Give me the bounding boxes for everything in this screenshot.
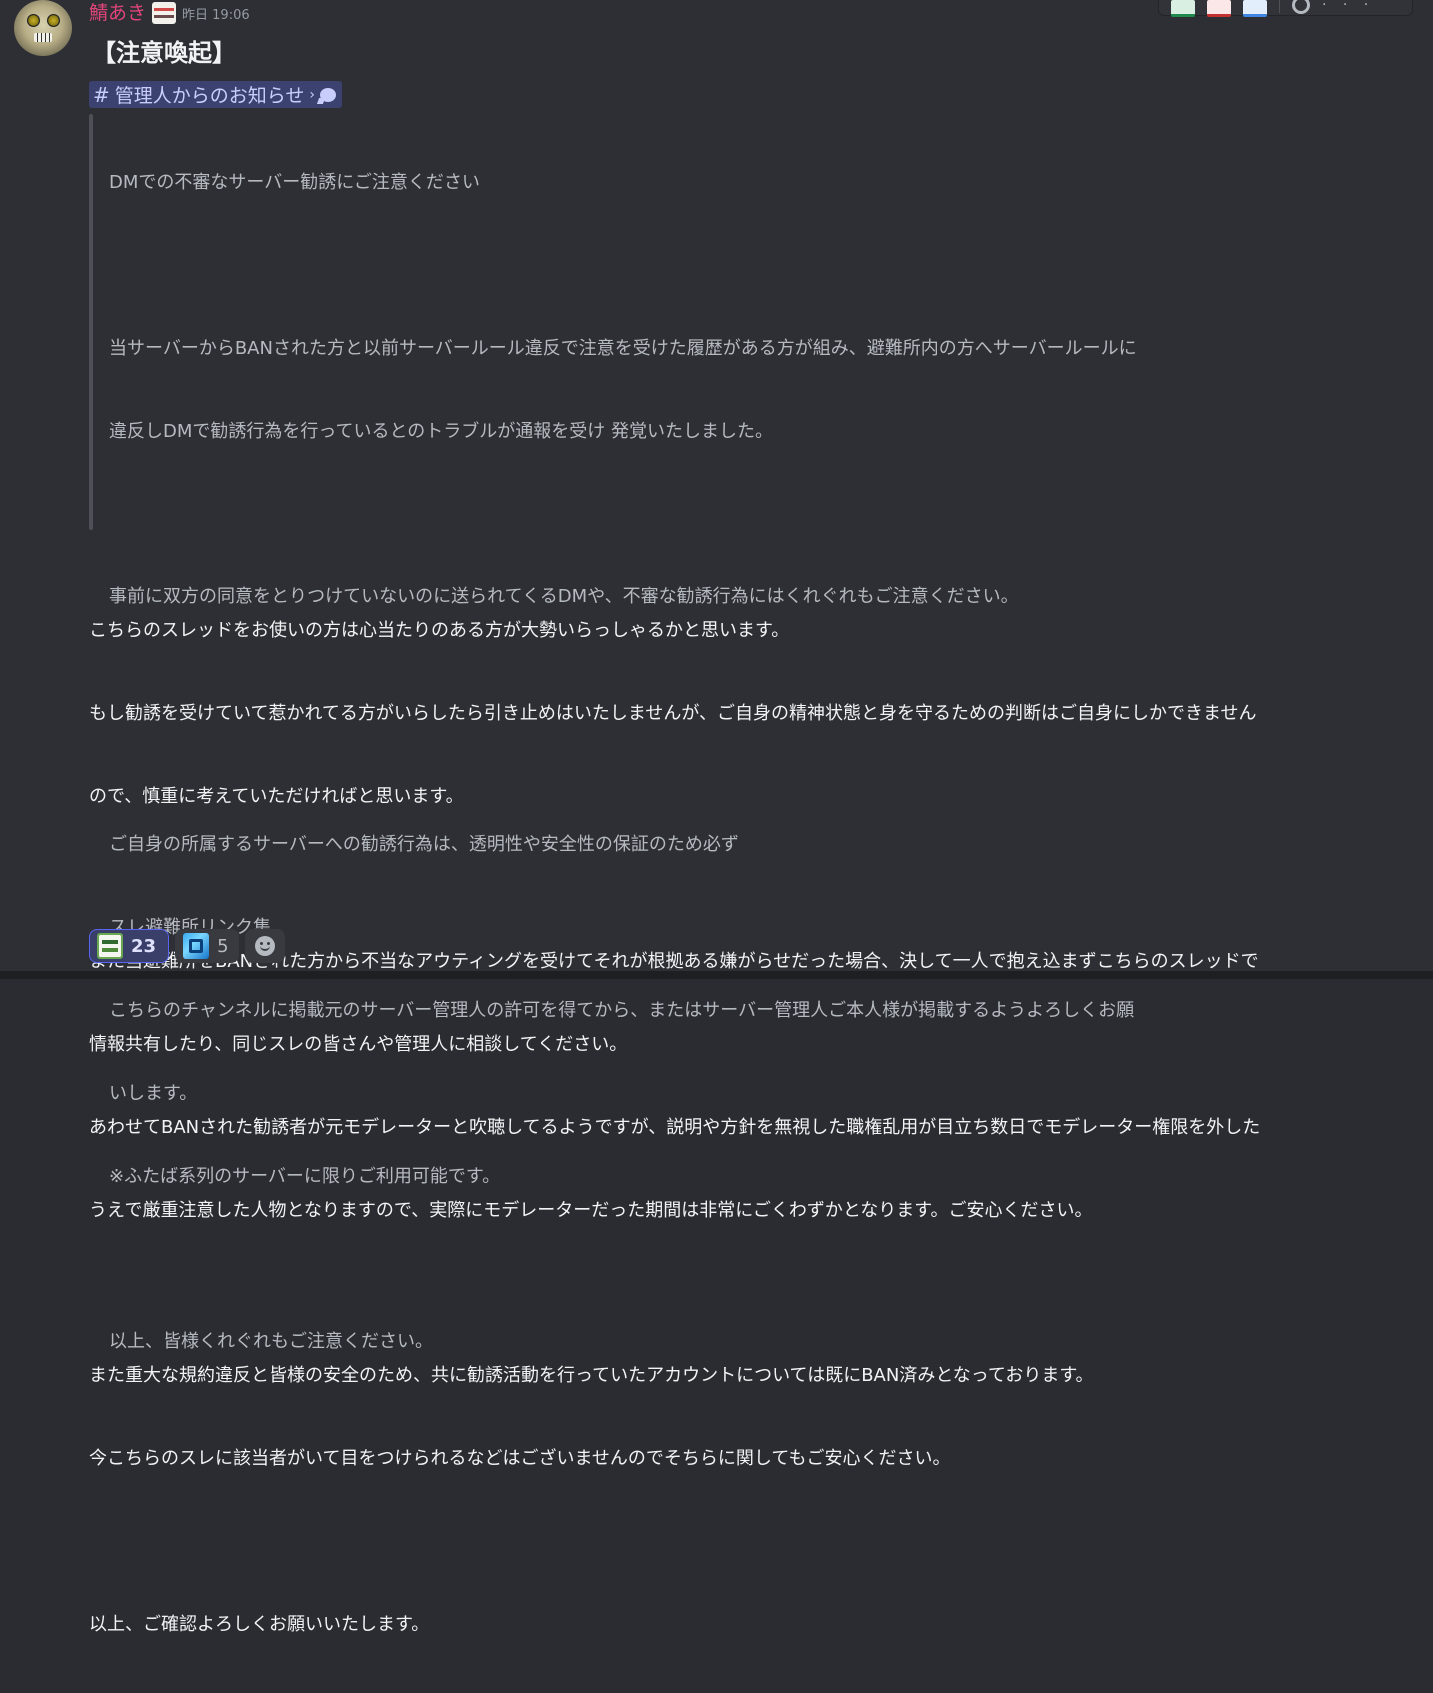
quote-line: 違反しDMで勧誘行為を行っているとのトラブルが通報を受け 発覚いたしました。 [109,420,774,442]
channel-mention-name: 管理人からのお知らせ [114,85,305,107]
quote-line [109,252,1379,280]
message-header: 鯖あき 昨日 19:06 [89,0,250,26]
username[interactable]: 鯖あき [89,1,146,25]
body-line: 今こちらのスレに該当者がいて目をつけられるなどはございませんのでそちらに関しても… [89,1448,951,1469]
channel-mention[interactable]: # 管理人からのお知らせ › [89,81,342,108]
chat-bubble-icon [320,87,336,102]
body-line [89,1279,1419,1307]
body-line: 情報共有したり、同じスレの皆さんや管理人に相談してください。 [89,1034,628,1056]
custom-emoji-green-icon [97,933,123,959]
quote-line: DMでの不審なサーバー勧誘にご注意ください [109,172,480,194]
body-line [89,1528,1419,1556]
reactions-row: 23 5 [89,929,285,963]
avatar-eye-left [27,14,40,27]
message-actions-bar: · · · [1158,0,1413,17]
actions-divider [1279,0,1280,13]
body-line: うえで厳重注意した人物となりますので、実際にモデレーターだった期間は非常にごくわ… [89,1199,1093,1221]
body-line: こちらのスレッドをお使いの方は心当たりのある方が大勢いらっしゃるかと思います。 [89,620,790,642]
avatar-mouth [34,33,52,42]
quote-line [109,500,1379,528]
quick-reaction-blue-icon[interactable] [1243,0,1267,17]
avatar-eye-right [47,14,60,27]
blockquote-bar [89,114,93,530]
quick-reaction-red-icon[interactable] [1207,0,1231,17]
quick-reaction-green-icon[interactable] [1171,0,1195,17]
smiley-icon [254,936,275,956]
body-line [89,866,1419,894]
add-reaction-button[interactable] [244,929,285,963]
user-avatar[interactable] [14,0,72,56]
reaction-button[interactable]: 5 [175,929,239,963]
body-line: あわせてBANされた勧誘者が元モデレーターと吹聴してるようですが、説明や方針を無… [89,1116,1261,1138]
body-line: 以上、ご確認よろしくお願いいたします。 [89,1613,430,1635]
bottom-divider [0,971,1433,979]
reaction-button[interactable]: 23 [89,929,170,963]
blockquote: DMでの不審なサーバー勧誘にご注意ください 当サーバーからBANされた方と以前サ… [89,114,1389,1352]
role-icon[interactable] [152,2,177,24]
message: 鯖あき 昨日 19:06 · · · 【注意喚起】 # 管理人からのお知らせ ›… [0,0,1433,1635]
ellipsis-icon[interactable]: · · · [1322,0,1374,13]
reaction-count: 23 [131,935,157,957]
quote-line: 当サーバーからBANされた方と以前サーバールール違反で注意を受けた履歴がある方が… [109,337,1137,359]
body-line: また重大な規約違反と皆様の安全のため、共に勧誘活動を行っていたアカウントについて… [89,1365,1094,1387]
reaction-count: 5 [217,935,229,957]
custom-emoji-blue-icon [183,933,210,959]
chevron-right-icon: › [309,86,315,103]
message-title: 【注意喚起】 [92,39,236,67]
hash-icon: # [93,82,110,107]
add-reaction-icon[interactable] [1292,0,1310,14]
body-line: もし勧誘を受けていて惹かれてる方がいらしたら引き止めはいたしませんが、ご自身の精… [89,702,1257,724]
message-timestamp[interactable]: 昨日 19:06 [182,4,250,23]
message-body: こちらのスレッドをお使いの方は心当たりのある方が大勢いらっしゃるかと思います。 … [89,562,1419,1693]
body-line: ので、慎重に考えていただければと思います。 [89,785,464,807]
